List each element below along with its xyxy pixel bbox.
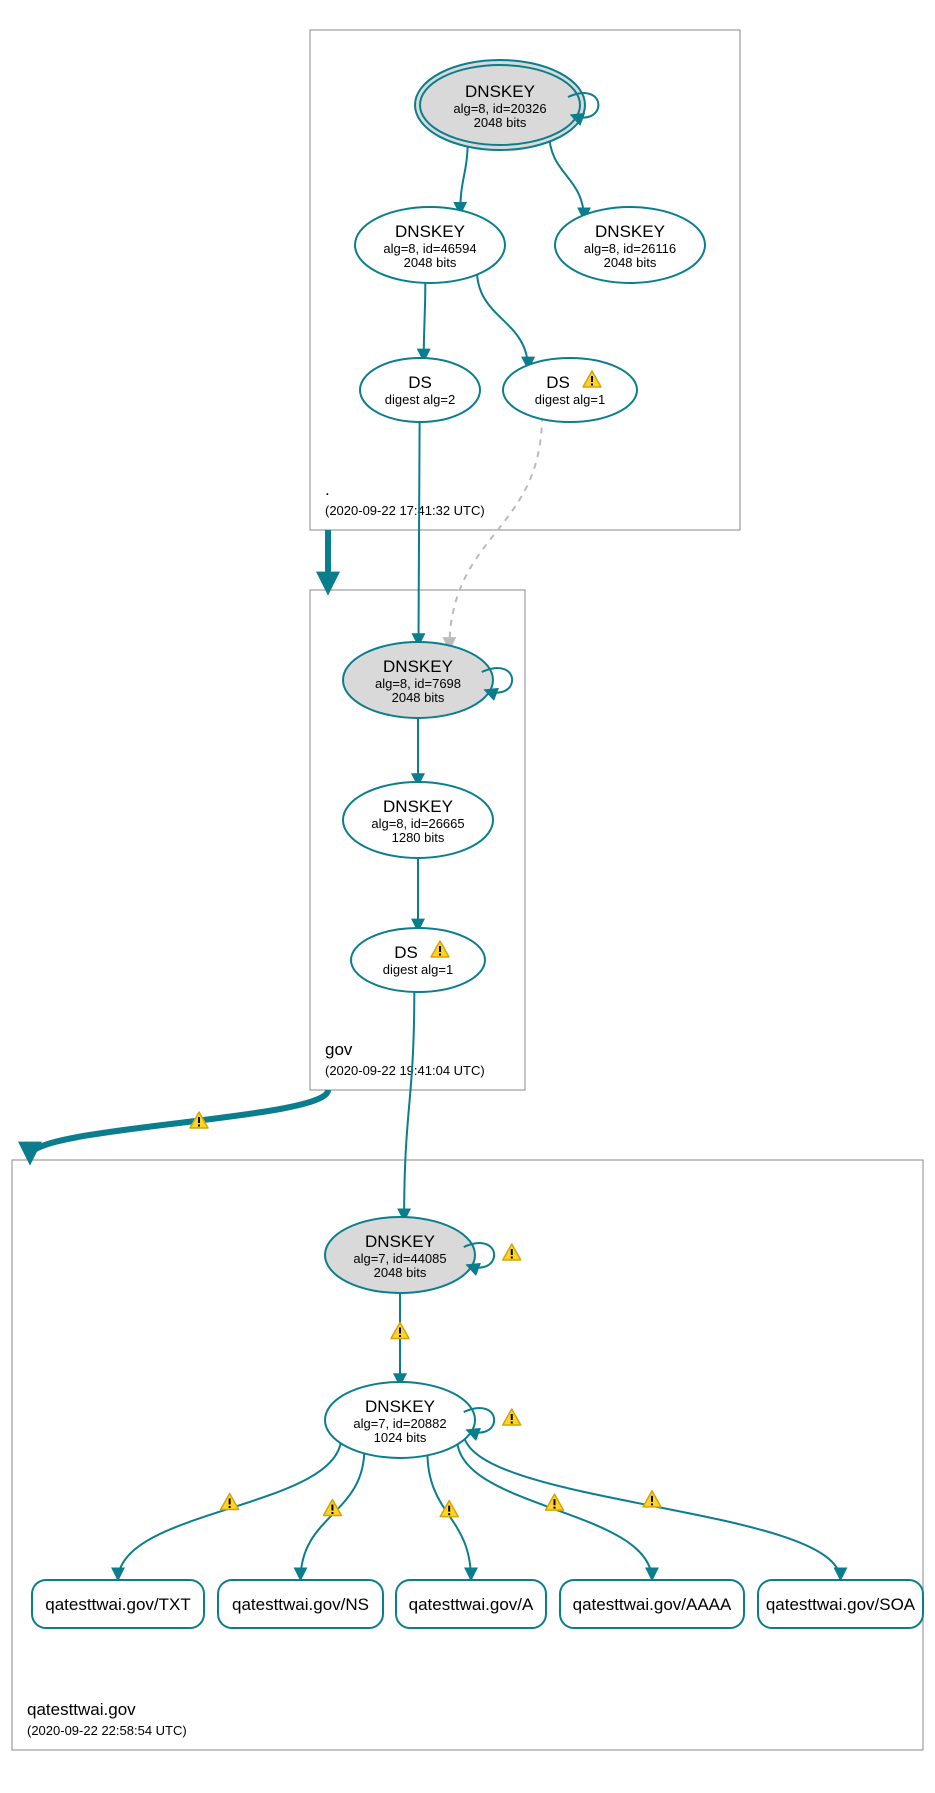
node-gov_ds: DSdigest alg=1 — [351, 928, 485, 992]
rr-qatesttwai.gov/NS: qatesttwai.gov/NS — [218, 1580, 383, 1628]
rr-qatesttwai.gov/AAAA: qatesttwai.gov/AAAA — [560, 1580, 744, 1628]
svg-text:2048 bits: 2048 bits — [474, 115, 527, 130]
edge — [549, 131, 584, 220]
warning-icon — [545, 1494, 563, 1510]
svg-text:DS: DS — [546, 373, 570, 392]
svg-text:DNSKEY: DNSKEY — [383, 657, 453, 676]
svg-text:(2020-09-22 22:58:54 UTC): (2020-09-22 22:58:54 UTC) — [27, 1723, 187, 1738]
svg-text:DNSKEY: DNSKEY — [383, 797, 453, 816]
node-q_ksk: DNSKEYalg=7, id=440852048 bits — [325, 1217, 521, 1293]
edge — [404, 989, 414, 1221]
svg-text:1280 bits: 1280 bits — [392, 830, 445, 845]
svg-text:alg=8, id=26665: alg=8, id=26665 — [371, 816, 464, 831]
svg-text:alg=7, id=44085: alg=7, id=44085 — [353, 1251, 446, 1266]
svg-text:digest alg=1: digest alg=1 — [383, 962, 453, 977]
edge — [424, 279, 426, 361]
node-q_zsk: DNSKEYalg=7, id=208821024 bits — [325, 1382, 521, 1458]
svg-text:DS: DS — [408, 373, 432, 392]
svg-text:DNSKEY: DNSKEY — [365, 1232, 435, 1251]
dnssec-graph: . (2020-09-22 17:41:32 UTC) gov (2020-09-22… — [0, 0, 935, 1793]
svg-text:DNSKEY: DNSKEY — [365, 1397, 435, 1416]
svg-text:qatesttwai.gov/TXT: qatesttwai.gov/TXT — [45, 1595, 191, 1614]
svg-text:alg=8, id=20326: alg=8, id=20326 — [453, 101, 546, 116]
svg-text:DNSKEY: DNSKEY — [465, 82, 535, 101]
rr-qatesttwai.gov/A: qatesttwai.gov/A — [396, 1580, 546, 1628]
node-root_ds2: DSdigest alg=2 — [360, 358, 480, 422]
svg-text:DNSKEY: DNSKEY — [595, 222, 665, 241]
svg-text:1024 bits: 1024 bits — [374, 1430, 427, 1445]
svg-text:qatesttwai.gov/A: qatesttwai.gov/A — [409, 1595, 534, 1614]
warning-icon — [503, 1244, 521, 1260]
node-root_ksk: DNSKEYalg=8, id=203262048 bits — [415, 60, 598, 150]
svg-text:DS: DS — [394, 943, 418, 962]
node-root_zsk: DNSKEYalg=8, id=465942048 bits — [355, 207, 505, 283]
svg-text:alg=8, id=7698: alg=8, id=7698 — [375, 676, 461, 691]
edge — [460, 137, 468, 214]
svg-text:qatesttwai.gov: qatesttwai.gov — [27, 1700, 136, 1719]
warning-icon — [391, 1323, 409, 1339]
svg-text:qatesttwai.gov/AAAA: qatesttwai.gov/AAAA — [573, 1595, 732, 1614]
svg-text:digest alg=2: digest alg=2 — [385, 392, 455, 407]
svg-text:(2020-09-22 19:41:04 UTC): (2020-09-22 19:41:04 UTC) — [325, 1063, 485, 1078]
edge — [449, 416, 542, 650]
node-root_ds1: DSdigest alg=1 — [503, 358, 637, 422]
svg-text:gov: gov — [325, 1040, 353, 1059]
svg-text:.: . — [325, 480, 330, 499]
warning-icon — [643, 1491, 661, 1507]
svg-text:DNSKEY: DNSKEY — [395, 222, 465, 241]
svg-text:2048 bits: 2048 bits — [604, 255, 657, 270]
svg-text:(2020-09-22 17:41:32 UTC): (2020-09-22 17:41:32 UTC) — [325, 503, 485, 518]
node-gov_zsk: DNSKEYalg=8, id=266651280 bits — [343, 782, 493, 858]
warning-icon — [440, 1501, 458, 1517]
svg-text:digest alg=1: digest alg=1 — [535, 392, 605, 407]
delegation-arrow — [30, 1090, 328, 1156]
warning-icon — [221, 1493, 239, 1509]
node-gov_ksk: DNSKEYalg=8, id=76982048 bits — [343, 642, 512, 718]
svg-text:qatesttwai.gov/SOA: qatesttwai.gov/SOA — [766, 1595, 916, 1614]
svg-text:2048 bits: 2048 bits — [392, 690, 445, 705]
svg-text:alg=8, id=26116: alg=8, id=26116 — [584, 241, 676, 256]
rr-qatesttwai.gov/SOA: qatesttwai.gov/SOA — [758, 1580, 923, 1628]
edge — [477, 270, 528, 370]
svg-text:2048 bits: 2048 bits — [374, 1265, 427, 1280]
svg-text:alg=8, id=46594: alg=8, id=46594 — [383, 241, 476, 256]
warning-icon — [503, 1409, 521, 1425]
svg-text:2048 bits: 2048 bits — [404, 255, 457, 270]
node-root_k2: DNSKEYalg=8, id=261162048 bits — [555, 207, 705, 283]
svg-text:qatesttwai.gov/NS: qatesttwai.gov/NS — [232, 1595, 369, 1614]
rr-qatesttwai.gov/TXT: qatesttwai.gov/TXT — [32, 1580, 204, 1628]
svg-text:alg=7, id=20882: alg=7, id=20882 — [353, 1416, 446, 1431]
edge — [418, 419, 419, 646]
